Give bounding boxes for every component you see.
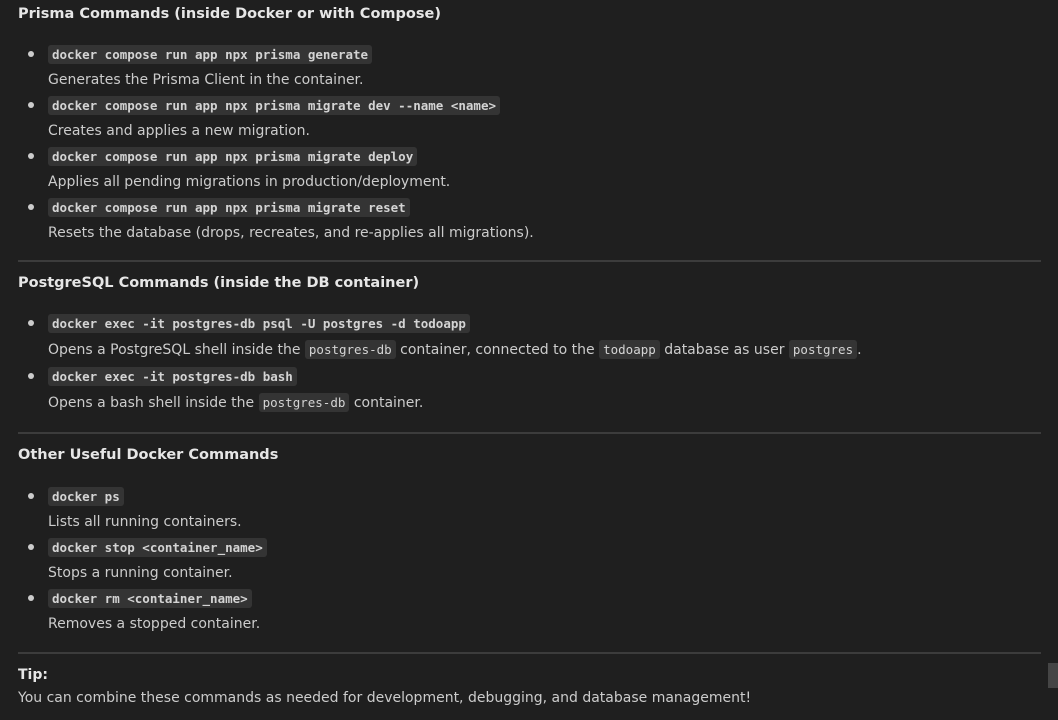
text: database as user [659, 342, 789, 358]
section-prisma: Prisma Commands (inside Docker or with C… [18, 4, 1041, 241]
section-heading: Other Useful Docker Commands [18, 447, 279, 463]
bullet-icon [28, 204, 34, 210]
text: Opens a bash shell inside the [48, 395, 259, 411]
command-code: docker compose run app npx prisma genera… [48, 45, 373, 64]
command-list: docker compose run app npx prisma genera… [18, 42, 534, 246]
inline-code: postgres-db [304, 340, 396, 359]
command-code: docker stop <container_name> [48, 538, 267, 557]
command-description: Opens a PostgreSQL shell inside the post… [48, 336, 862, 364]
divider [18, 260, 1041, 262]
command-code: docker compose run app npx prisma migrat… [48, 96, 501, 115]
command-description: Stops a running container. [48, 565, 233, 581]
command-description: Generates the Prisma Client in the conta… [48, 72, 364, 88]
command-code: docker exec -it postgres-db psql -U post… [48, 314, 470, 333]
command-description: Creates and applies a new migration. [48, 123, 310, 139]
section-postgresql: PostgreSQL Commands (inside the DB conta… [18, 273, 1041, 412]
command-list: docker exec -it postgres-db psql -U post… [18, 311, 862, 417]
command-list: docker ps Lists all running containers. d… [18, 484, 267, 637]
inline-code: postgres [788, 340, 858, 359]
list-item: docker compose run app npx prisma migrat… [18, 144, 534, 195]
command-code: docker compose run app npx prisma migrat… [48, 147, 418, 166]
bullet-icon [28, 493, 34, 499]
tip-title: Tip: [18, 667, 48, 683]
command-code: docker compose run app npx prisma migrat… [48, 198, 410, 217]
list-item: docker stop <container_name> Stops a runn… [18, 535, 267, 586]
command-code: docker exec -it postgres-db bash [48, 367, 297, 386]
list-item: docker exec -it postgres-db psql -U post… [18, 311, 862, 364]
bullet-icon [28, 595, 34, 601]
section-heading: Prisma Commands (inside Docker or with C… [18, 6, 441, 22]
list-item: docker exec -it postgres-db bash Opens a… [18, 364, 862, 417]
list-item: docker compose run app npx prisma genera… [18, 42, 534, 93]
bullet-icon [28, 544, 34, 550]
text: container, connected to the [395, 342, 600, 358]
scrollbar-thumb[interactable] [1048, 663, 1058, 688]
command-description: Applies all pending migrations in produc… [48, 174, 451, 190]
bullet-icon [28, 51, 34, 57]
command-description: Resets the database (drops, recreates, a… [48, 225, 534, 241]
bullet-icon [28, 373, 34, 379]
list-item: docker rm <container_name> Removes a stop… [18, 586, 267, 637]
divider [18, 432, 1041, 434]
section-docker: Other Useful Docker Commands docker ps Li… [18, 445, 1041, 632]
tip-block: Tip: You can combine these commands as n… [18, 664, 1041, 710]
command-code: docker ps [48, 487, 124, 506]
section-heading: PostgreSQL Commands (inside the DB conta… [18, 275, 420, 291]
bullet-icon [28, 320, 34, 326]
command-description: Lists all running containers. [48, 514, 242, 530]
tip-text: You can combine these commands as needed… [18, 690, 752, 706]
text: container. [349, 395, 424, 411]
inline-code: todoapp [599, 340, 660, 359]
command-code: docker rm <container_name> [48, 589, 252, 608]
text: Opens a PostgreSQL shell inside the [48, 342, 305, 358]
bullet-icon [28, 153, 34, 159]
command-description: Opens a bash shell inside the postgres-d… [48, 389, 862, 417]
text: . [857, 342, 862, 358]
list-item: docker compose run app npx prisma migrat… [18, 93, 534, 144]
command-description: Removes a stopped container. [48, 616, 261, 632]
inline-code: postgres-db [258, 393, 350, 412]
bullet-icon [28, 102, 34, 108]
divider [18, 652, 1041, 654]
list-item: docker ps Lists all running containers. [18, 484, 267, 535]
list-item: docker compose run app npx prisma migrat… [18, 195, 534, 246]
